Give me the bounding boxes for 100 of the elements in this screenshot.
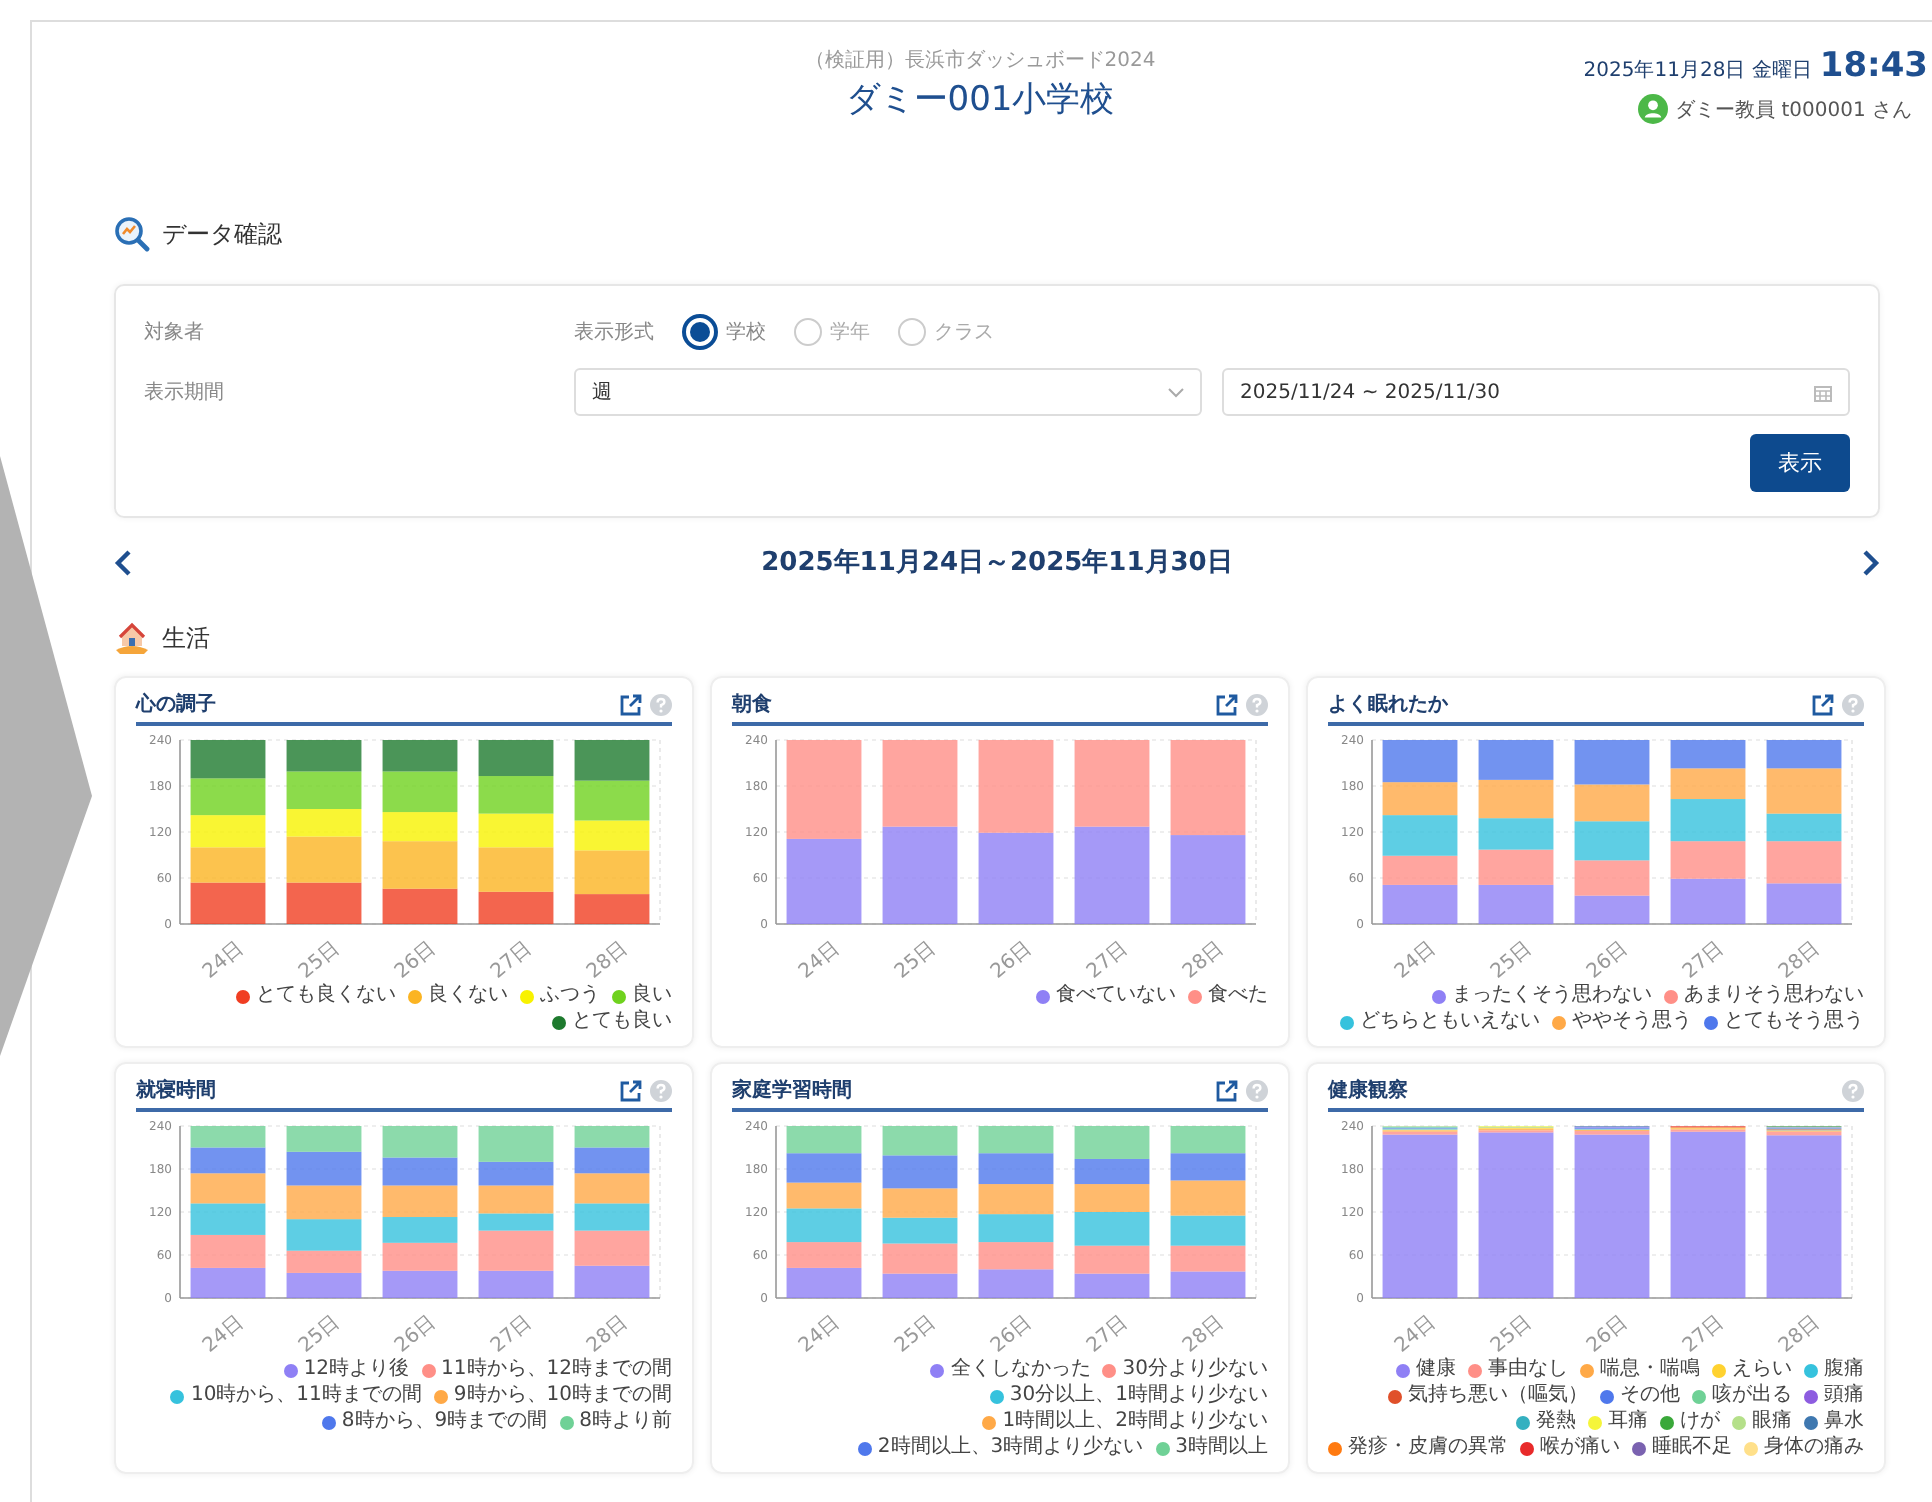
bar-segment	[478, 813, 554, 848]
legend-label[interactable]: 11時から、12時までの間	[441, 1358, 672, 1382]
legend-label[interactable]: 頭痛	[1824, 1384, 1864, 1408]
external-link-icon[interactable]	[1216, 693, 1238, 715]
bar-segment	[1170, 1153, 1246, 1181]
bar-segment	[1170, 1245, 1246, 1272]
legend-label[interactable]: 腹痛	[1824, 1358, 1864, 1382]
x-tick-label: 24日	[795, 1311, 845, 1358]
legend-label[interactable]: 全くしなかった	[950, 1358, 1091, 1382]
time-text: 18:43	[1819, 46, 1928, 86]
legend-label[interactable]: とても良い	[572, 1010, 672, 1034]
legend-label[interactable]: ふつう	[540, 984, 600, 1008]
bar-segment	[190, 1147, 266, 1174]
legend-label[interactable]: 良くない	[428, 984, 508, 1008]
legend-label[interactable]: 食べていない	[1056, 984, 1176, 1008]
external-link-icon[interactable]	[620, 693, 642, 715]
bar-segment	[1382, 855, 1458, 885]
bar-segment	[1170, 835, 1246, 924]
previous-chevron-icon[interactable]	[114, 549, 132, 575]
bar-segment	[882, 1217, 958, 1244]
bar-segment	[1170, 1271, 1246, 1298]
bar-segment	[190, 740, 266, 779]
legend-label[interactable]: えらい	[1732, 1358, 1792, 1382]
school-title: ダミー001小学校	[843, 78, 1117, 122]
legend-label[interactable]: 30分より少ない	[1122, 1358, 1268, 1382]
bar-segment	[190, 815, 266, 848]
legend-label[interactable]: 気持ち悪い（嘔気）	[1408, 1384, 1588, 1408]
legend-label[interactable]: 8時より前	[579, 1410, 672, 1434]
external-link-icon[interactable]	[620, 1079, 642, 1101]
x-tick-label: 25日	[891, 1311, 941, 1358]
legend-label[interactable]: 10時から、11時までの間	[190, 1384, 422, 1408]
legend-label[interactable]: 喘息・喘鳴	[1600, 1358, 1700, 1382]
bar-segment	[478, 740, 554, 777]
legend-label[interactable]: とてもそう思う	[1724, 1010, 1864, 1034]
bar-segment	[1574, 895, 1650, 924]
bar-segment	[382, 888, 458, 924]
legend-label[interactable]: 良い	[632, 984, 672, 1008]
bar-segment	[1170, 1180, 1246, 1216]
legend-label[interactable]: あまりそう思わない	[1684, 984, 1864, 1008]
bar-segment	[190, 882, 266, 924]
legend-label[interactable]: 発熱	[1536, 1410, 1576, 1434]
legend-label[interactable]: 睡眠不足	[1652, 1436, 1732, 1460]
bar-segment	[786, 1153, 862, 1183]
bar-segment	[1670, 799, 1746, 842]
legend-label[interactable]: 2時間以上、3時間より少ない	[877, 1436, 1144, 1460]
category-title: 生活	[162, 621, 210, 655]
legend-label[interactable]: ややそう思う	[1572, 1010, 1692, 1034]
bar-segment	[1074, 740, 1150, 827]
external-link-icon[interactable]	[1216, 1079, 1238, 1101]
legend-label[interactable]: とても良くない	[256, 984, 396, 1008]
legend-label[interactable]: その他	[1620, 1384, 1680, 1408]
bar-segment	[382, 771, 458, 813]
bar-segment	[1074, 826, 1150, 924]
bar-segment	[190, 847, 266, 883]
legend-label[interactable]: 3時間以上	[1175, 1436, 1268, 1460]
format-radio[interactable]: 学校	[682, 314, 766, 350]
legend-label[interactable]: 健康	[1416, 1358, 1456, 1382]
date-range-field[interactable]: 2025/11/24 ~ 2025/11/30	[1222, 368, 1850, 416]
x-tick-label: 28日	[583, 937, 633, 984]
legend-label[interactable]: 食べた	[1208, 984, 1268, 1008]
legend-label[interactable]: まったくそう思わない	[1452, 984, 1652, 1008]
legend-label[interactable]: 12時より後	[303, 1358, 410, 1382]
legend-label[interactable]: 眼痛	[1752, 1410, 1792, 1434]
external-link-icon[interactable]	[1812, 693, 1834, 715]
bar-segment	[190, 1267, 266, 1298]
thin-segments-drawing	[1478, 1126, 1554, 1133]
legend-label[interactable]: 1時間以上、2時間より少ない	[1002, 1410, 1268, 1434]
legend-label[interactable]: 身体の痛み	[1764, 1436, 1864, 1460]
legend-label[interactable]: 発疹・皮膚の異常	[1348, 1436, 1508, 1460]
bar-segment	[978, 1184, 1054, 1215]
bar-segment	[1382, 782, 1458, 816]
bar-segment	[882, 1126, 958, 1156]
period-select[interactable]: 週	[574, 368, 1202, 416]
bar-segment	[190, 1234, 266, 1268]
x-tick-label: 24日	[1391, 937, 1441, 984]
legend-label[interactable]: 鼻水	[1824, 1410, 1864, 1434]
bar-segment	[286, 1272, 362, 1298]
legend-label[interactable]: 耳痛	[1608, 1410, 1648, 1434]
x-tick-label: 24日	[1391, 1311, 1441, 1358]
legend-label[interactable]: 9時から、10時までの間	[453, 1384, 672, 1408]
period-label: 表示期間	[144, 379, 226, 406]
legend-label[interactable]: けが	[1680, 1410, 1720, 1434]
legend-label[interactable]: 喉が痛い	[1540, 1436, 1620, 1460]
chart-title: 心の調子	[136, 690, 216, 718]
show-button[interactable]: 表示	[1750, 434, 1850, 492]
legend-label[interactable]: どちらともいえない	[1360, 1010, 1540, 1034]
bar-segment	[882, 740, 958, 827]
legend-label[interactable]: 30分以上、1時間より少ない	[1009, 1384, 1268, 1408]
thin-segments-drawing	[1766, 1126, 1842, 1132]
bar-segment	[286, 1151, 362, 1186]
legend-label[interactable]: 事由なし	[1488, 1358, 1568, 1382]
legend-label[interactable]: 8時から、9時までの間	[341, 1410, 548, 1434]
date-range-title: 2025年11月24日～2025年11月30日	[761, 546, 1233, 580]
bar-segment	[286, 1250, 362, 1273]
legend-label[interactable]: 咳が出る	[1712, 1384, 1792, 1408]
bar-segment	[1074, 1273, 1150, 1298]
house-icon	[114, 620, 150, 656]
x-tick-label: 26日	[987, 1311, 1037, 1358]
next-chevron-icon[interactable]	[1861, 549, 1880, 575]
search-chart-icon	[114, 216, 150, 252]
